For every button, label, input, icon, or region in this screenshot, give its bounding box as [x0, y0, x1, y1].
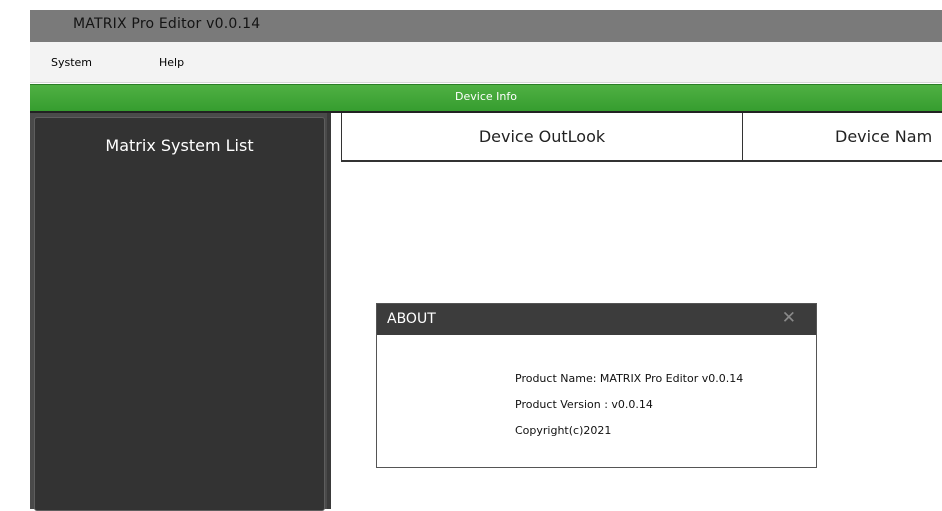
tab-device-name[interactable]: Device Nam	[742, 113, 942, 160]
about-dialog-title-bar[interactable]: ABOUT ✕	[377, 304, 816, 335]
menu-system[interactable]: System	[51, 56, 92, 69]
product-version-text: Product Version : v0.0.14	[515, 398, 653, 411]
tab-header: Device OutLook Device Nam	[341, 113, 942, 162]
menu-bar: System Help	[30, 42, 942, 83]
about-dialog: ABOUT ✕ Product Name: MATRIX Pro Editor …	[376, 303, 817, 468]
close-icon[interactable]: ✕	[782, 308, 796, 328]
sidebar-heading: Matrix System List	[105, 136, 254, 155]
device-info-label: Device Info	[455, 90, 517, 103]
window-title: MATRIX Pro Editor v0.0.14	[73, 16, 261, 32]
device-info-bar: Device Info	[30, 84, 942, 114]
copyright-text: Copyright(c)2021	[515, 424, 612, 437]
window-title-bar[interactable]: MATRIX Pro Editor v0.0.14	[30, 10, 942, 42]
about-dialog-title: ABOUT	[387, 311, 436, 327]
sidebar-panel: Matrix System List	[30, 113, 327, 511]
tab-device-outlook[interactable]: Device OutLook	[341, 113, 743, 160]
product-name-text: Product Name: MATRIX Pro Editor v0.0.14	[515, 372, 744, 385]
matrix-system-list[interactable]: Matrix System List	[34, 117, 325, 511]
menu-help[interactable]: Help	[159, 56, 184, 69]
